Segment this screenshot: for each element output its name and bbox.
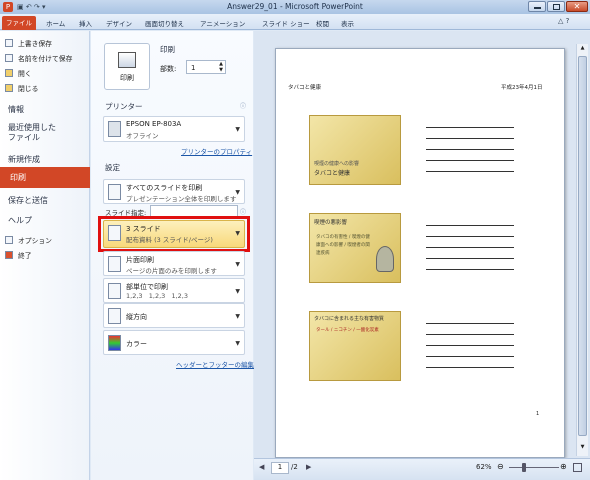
page-total: /2 xyxy=(291,463,298,471)
prev-page-button[interactable]: ◀ xyxy=(259,463,264,471)
copies-spinner[interactable]: ▲ ▼ xyxy=(219,61,223,73)
save-icon xyxy=(5,39,13,47)
zoom-to-page-icon[interactable] xyxy=(573,463,582,472)
color-dropdown[interactable]: カラー ▼ xyxy=(103,330,245,355)
print-range-dropdown[interactable]: すべてのスライドを印刷 プレゼンテーション全体を印刷します ▼ xyxy=(103,179,245,204)
page-header-right: 平成23年4月1日 xyxy=(501,85,543,91)
preview-scrollbar[interactable]: ▲ ▼ xyxy=(576,44,588,456)
zoom-slider-thumb[interactable] xyxy=(522,463,526,472)
header-footer-link[interactable]: ヘッダーとフッターの編集 xyxy=(176,359,254,369)
printer-properties-link[interactable]: プリンターのプロパティ xyxy=(181,146,252,156)
nav-help[interactable]: ヘルプ xyxy=(8,215,32,226)
settings-section-title: 設定 xyxy=(105,163,120,172)
tab-view[interactable]: 表示 xyxy=(341,18,354,28)
nav-exit[interactable]: 終了 xyxy=(5,249,32,261)
slide-thumbnail-2: 喫煙の悪影響 タバコの有害性 / 喫煙の健康面への影響 / 喫煙者の関連疾病 xyxy=(309,213,401,283)
ashtray-image xyxy=(376,246,394,272)
notes-lines-1 xyxy=(426,127,514,182)
print-section-title: 印刷 xyxy=(160,45,175,54)
orientation-dropdown[interactable]: 縦方向 ▼ xyxy=(103,303,245,328)
chevron-down-icon: ▼ xyxy=(235,340,240,347)
tab-slideshow[interactable]: スライド ショー xyxy=(262,18,310,28)
slides-icon xyxy=(108,184,121,200)
notes-lines-3 xyxy=(426,323,514,378)
one-sided-icon xyxy=(108,256,121,272)
copies-label: 部数: xyxy=(160,65,177,73)
copies-input[interactable]: 1 ▲ ▼ xyxy=(186,60,226,74)
page-header-left: タバコと健康 xyxy=(288,85,322,91)
info-icon[interactable]: ⓘ xyxy=(240,101,246,110)
color-icon xyxy=(108,335,121,351)
folder-open-icon xyxy=(5,69,13,77)
chevron-down-icon: ▼ xyxy=(235,261,240,268)
chevron-down-icon: ▼ xyxy=(235,230,240,237)
sides-dropdown[interactable]: 片面印刷 ページの片面のみを印刷します ▼ xyxy=(103,251,245,276)
close-button[interactable]: ✕ xyxy=(566,1,588,12)
chevron-down-icon: ▼ xyxy=(235,126,240,133)
tab-file[interactable]: ファイル xyxy=(2,16,36,30)
tab-animations[interactable]: アニメーション xyxy=(200,18,245,28)
info-icon[interactable]: ⓘ xyxy=(240,207,246,216)
page-number-input[interactable]: 1 xyxy=(271,462,289,474)
tab-review[interactable]: 校閲 xyxy=(316,18,329,28)
printer-device-icon xyxy=(108,121,121,137)
zoom-in-button[interactable]: ⊕ xyxy=(560,462,567,471)
nav-save-send[interactable]: 保存と送信 xyxy=(8,195,48,206)
window-title: Answer29_01 - Microsoft PowerPoint xyxy=(227,2,363,11)
nav-info[interactable]: 情報 xyxy=(8,104,24,115)
nav-recent[interactable]: 最近使用した ファイル xyxy=(8,123,56,143)
slide-thumbnail-1: 喫煙の健康への影響 タバコと健康 xyxy=(309,115,401,185)
printer-dropdown[interactable]: EPSON EP-803A オフライン ▼ xyxy=(103,116,245,142)
nav-options[interactable]: オプション xyxy=(5,234,52,246)
title-bar: P ▣ ↶ ↷ ▾ Answer29_01 - Microsoft PowerP… xyxy=(0,0,590,14)
preview-status-bar: ◀ 1 /2 ▶ 62% ⊖ ⊕ xyxy=(254,458,590,480)
portrait-icon xyxy=(108,308,121,324)
preview-page: タバコと健康 平成23年4月1日 喫煙の健康への影響 タバコと健康 喫煙の悪影響… xyxy=(275,48,565,458)
maximize-icon xyxy=(553,4,560,10)
tab-insert[interactable]: 挿入 xyxy=(79,18,92,28)
nav-open[interactable]: 開く xyxy=(5,67,32,79)
page-number: 1 xyxy=(536,411,540,417)
folder-close-icon xyxy=(5,84,13,92)
printer-section-title: プリンター xyxy=(105,102,143,111)
exit-icon xyxy=(5,251,13,259)
slide-thumbnail-3: タバコに含まれる主な有害物質 タール / ニコチン / 一酸化炭素 xyxy=(309,311,401,381)
scroll-up-icon[interactable]: ▲ xyxy=(578,45,587,54)
chevron-down-icon: ▼ xyxy=(235,313,240,320)
tab-design[interactable]: デザイン xyxy=(106,18,132,28)
zoom-out-button[interactable]: ⊖ xyxy=(497,462,504,471)
tab-home[interactable]: ホーム xyxy=(46,18,65,28)
nav-new[interactable]: 新規作成 xyxy=(8,154,40,165)
collate-dropdown[interactable]: 部単位で印刷 1,2,3 1,2,3 1,2,3 ▼ xyxy=(103,278,245,303)
scroll-down-icon[interactable]: ▼ xyxy=(578,444,587,453)
zoom-slider[interactable] xyxy=(509,467,559,468)
nav-close[interactable]: 閉じる xyxy=(5,82,38,94)
options-icon xyxy=(5,236,13,244)
help-icon[interactable]: △ ? xyxy=(558,17,569,25)
minimize-icon xyxy=(534,7,541,9)
scroll-thumb[interactable] xyxy=(578,56,587,436)
minimize-button[interactable] xyxy=(528,1,546,12)
nav-save-as[interactable]: 名前を付けて保存 xyxy=(5,52,72,64)
print-button[interactable]: 印刷 xyxy=(104,43,150,90)
nav-print[interactable]: 印刷 xyxy=(0,167,90,188)
zoom-level: 62% xyxy=(476,463,492,471)
handout-icon xyxy=(108,225,121,241)
notes-lines-2 xyxy=(426,225,514,280)
maximize-button[interactable] xyxy=(547,1,565,12)
printer-icon xyxy=(118,52,136,68)
chevron-down-icon: ▼ xyxy=(235,288,240,295)
nav-save[interactable]: 上書き保存 xyxy=(5,37,52,49)
save-as-icon xyxy=(5,54,13,62)
ribbon-tabs: ファイル ホーム 挿入 デザイン 画面切り替え アニメーション スライド ショー… xyxy=(0,14,590,30)
chevron-down-icon: ▼ xyxy=(235,189,240,196)
next-page-button[interactable]: ▶ xyxy=(306,463,311,471)
tab-transitions[interactable]: 画面切り替え xyxy=(145,18,184,28)
layout-dropdown[interactable]: 3 スライド 配布資料 (3 スライド/ページ) ▼ xyxy=(103,220,245,248)
close-icon: ✕ xyxy=(573,2,581,11)
collate-icon xyxy=(108,283,121,299)
